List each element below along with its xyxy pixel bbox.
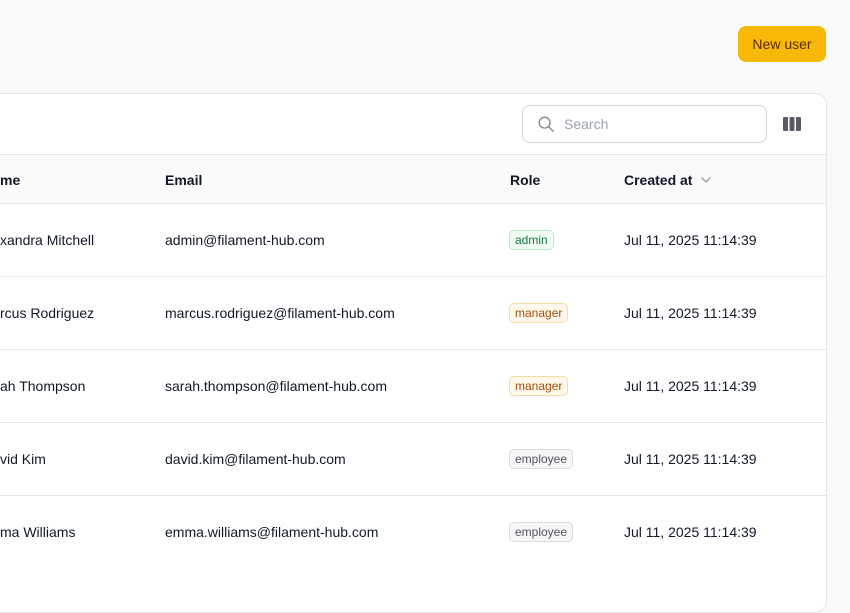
cell-email: david.kim@filament-hub.com xyxy=(165,451,346,467)
column-header-role-label: Role xyxy=(510,172,541,188)
column-header-created-at-label: Created at xyxy=(624,172,693,188)
column-header-created-at[interactable]: Created at xyxy=(624,155,712,205)
new-user-button[interactable]: New user xyxy=(738,26,826,62)
role-badge: manager xyxy=(509,303,569,323)
cell-name: vid Kim xyxy=(0,451,46,467)
search-field[interactable] xyxy=(522,105,767,143)
cell-name: ma Williams xyxy=(0,524,76,540)
column-header-name-label: me xyxy=(0,172,21,188)
cell-name: rcus Rodriguez xyxy=(0,305,95,321)
cell-role: admin xyxy=(509,204,554,276)
table-row[interactable]: ma Williams emma.williams@filament-hub.c… xyxy=(0,496,826,569)
cell-role: manager xyxy=(509,277,569,349)
role-badge: manager xyxy=(509,376,569,396)
cell-created-at: Jul 11, 2025 11:14:39 xyxy=(624,524,757,540)
role-badge: employee xyxy=(509,449,574,469)
cell-email: emma.williams@filament-hub.com xyxy=(165,524,379,540)
cell-email: marcus.rodriguez@filament-hub.com xyxy=(165,305,395,321)
chevron-down-icon[interactable] xyxy=(700,174,712,186)
column-header-email-label: Email xyxy=(165,172,203,188)
cell-role: employee xyxy=(509,496,574,568)
cell-email: admin@filament-hub.com xyxy=(165,232,325,248)
toggle-columns-button[interactable] xyxy=(780,112,804,136)
table-row[interactable]: ah Thompson sarah.thompson@filament-hub.… xyxy=(0,350,826,423)
search-input[interactable] xyxy=(564,116,744,132)
column-header-email[interactable]: Email xyxy=(165,155,202,205)
role-badge: employee xyxy=(509,522,574,542)
table-row[interactable]: xandra Mitchell admin@filament-hub.com a… xyxy=(0,204,826,277)
cell-created-at: Jul 11, 2025 11:14:39 xyxy=(624,305,757,321)
table-row[interactable]: rcus Rodriguez marcus.rodriguez@filament… xyxy=(0,277,826,350)
cell-name: xandra Mitchell xyxy=(0,232,95,248)
cell-email: sarah.thompson@filament-hub.com xyxy=(165,378,387,394)
search-icon xyxy=(538,116,554,132)
role-badge: admin xyxy=(509,230,554,250)
columns-icon xyxy=(783,117,801,131)
column-header-name[interactable]: me xyxy=(0,155,20,205)
cell-name: ah Thompson xyxy=(0,378,86,394)
cell-created-at: Jul 11, 2025 11:14:39 xyxy=(624,232,757,248)
cell-created-at: Jul 11, 2025 11:14:39 xyxy=(624,451,757,467)
column-header-role[interactable]: Role xyxy=(510,155,540,205)
cell-created-at: Jul 11, 2025 11:14:39 xyxy=(624,378,757,394)
table-header: me Email Role Created at xyxy=(0,154,826,204)
cell-role: manager xyxy=(509,350,569,422)
cell-role: employee xyxy=(509,423,574,495)
table-row[interactable]: vid Kim david.kim@filament-hub.com emplo… xyxy=(0,423,826,496)
